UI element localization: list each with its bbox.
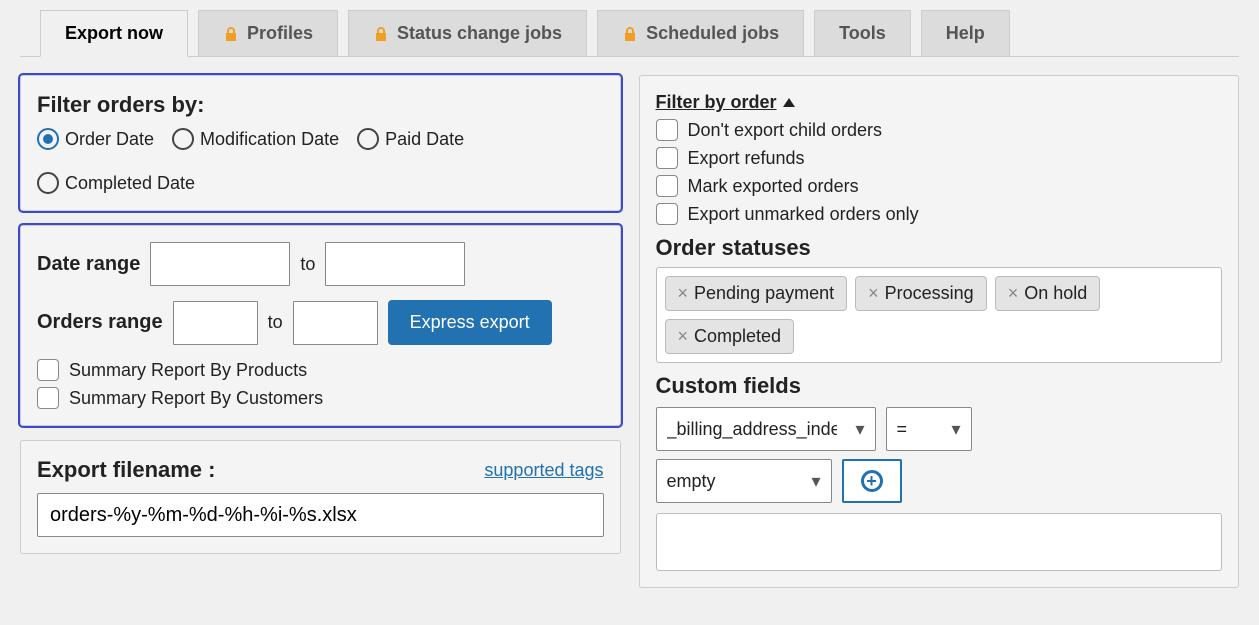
radio-label: Order Date (65, 129, 154, 150)
tab-status-change-jobs[interactable]: Status change jobs (348, 10, 587, 56)
radio-completed-date[interactable]: Completed Date (37, 172, 195, 194)
checkbox-summary-products[interactable] (37, 359, 59, 381)
order-statuses-label: Order statuses (656, 235, 1223, 261)
radio-label: Paid Date (385, 129, 464, 150)
orders-range-from[interactable] (173, 301, 258, 345)
tab-export-now[interactable]: Export now (40, 10, 188, 57)
checkbox-label: Don't export child orders (688, 120, 883, 141)
range-panel: Date range to Orders range to Express ex… (20, 225, 621, 426)
checkbox-unmarked-only[interactable] (656, 203, 678, 225)
to-text: to (300, 254, 315, 275)
date-range-from[interactable] (150, 242, 290, 286)
tab-tools[interactable]: Tools (814, 10, 911, 56)
lock-icon (622, 26, 638, 42)
status-tag: × Processing (855, 276, 987, 311)
tab-profiles[interactable]: Profiles (198, 10, 338, 56)
radio-order-date[interactable]: Order Date (37, 128, 154, 150)
status-tag: ×On hold (995, 276, 1101, 311)
filter-by-order-panel: Filter by order Don't export child order… (639, 75, 1240, 588)
tag-label: Completed (694, 326, 781, 347)
custom-field-value-select[interactable]: empty ▾ (656, 459, 832, 503)
checkbox-mark-exported[interactable] (656, 175, 678, 197)
checkbox-no-child-orders[interactable] (656, 119, 678, 141)
custom-fields-label: Custom fields (656, 373, 1223, 399)
radio-label: Modification Date (200, 129, 339, 150)
status-tag: ×Completed (665, 319, 795, 354)
tag-label: On hold (1024, 283, 1087, 304)
checkbox-label: Export unmarked orders only (688, 204, 919, 225)
radio-paid-date[interactable]: Paid Date (357, 128, 464, 150)
tab-label: Scheduled jobs (646, 23, 779, 44)
remove-tag-icon[interactable]: × (678, 283, 689, 304)
supported-tags-link[interactable]: supported tags (484, 460, 603, 481)
tab-label: Tools (839, 23, 886, 44)
status-tag: ×Pending payment (665, 276, 848, 311)
tag-label: Processing (885, 283, 974, 304)
chevron-down-icon: ▾ (811, 471, 820, 492)
checkbox-export-refunds[interactable] (656, 147, 678, 169)
filename-input[interactable] (37, 493, 604, 537)
chevron-down-icon: ▾ (855, 419, 864, 440)
filter-orders-panel: Filter orders by: Order Date Modificatio… (20, 75, 621, 211)
button-label: Express export (410, 312, 530, 332)
tab-label: Status change jobs (397, 23, 562, 44)
header-label: Filter by order (656, 92, 777, 113)
remove-tag-icon[interactable]: × (868, 283, 879, 304)
custom-field-operator-select[interactable]: = ▾ (886, 407, 972, 451)
radio-icon (37, 128, 59, 150)
select-value: = (897, 419, 908, 440)
caret-up-icon (783, 98, 795, 107)
plus-circle-icon: + (861, 470, 883, 492)
filter-by-order-header[interactable]: Filter by order (656, 92, 795, 113)
checkbox-label: Summary Report By Customers (69, 388, 323, 409)
radio-label: Completed Date (65, 173, 195, 194)
radio-icon (172, 128, 194, 150)
to-text: to (268, 312, 283, 333)
select-value: _billing_address_index (667, 419, 838, 440)
tag-label: Pending payment (694, 283, 834, 304)
remove-tag-icon[interactable]: × (678, 326, 689, 347)
custom-field-name-select[interactable]: _billing_address_index ▾ (656, 407, 876, 451)
filter-radio-group: Order Date Modification Date Paid Date C… (37, 128, 604, 194)
checkbox-label: Summary Report By Products (69, 360, 307, 381)
tab-help[interactable]: Help (921, 10, 1010, 56)
tabs-bar: Export now Profiles Status change jobs S… (20, 10, 1239, 57)
filename-panel: Export filename : supported tags (20, 440, 621, 554)
checkbox-label: Mark exported orders (688, 176, 859, 197)
date-range-label: Date range (37, 253, 140, 276)
radio-icon (357, 128, 379, 150)
tab-label: Profiles (247, 23, 313, 44)
add-custom-field-button[interactable]: + (842, 459, 902, 503)
orders-range-label: Orders range (37, 311, 163, 334)
order-statuses-box[interactable]: ×Pending payment ×Processing ×On hold ×C… (656, 267, 1223, 363)
express-export-button[interactable]: Express export (388, 300, 552, 345)
radio-icon (37, 172, 59, 194)
lock-icon (223, 26, 239, 42)
tab-scheduled-jobs[interactable]: Scheduled jobs (597, 10, 804, 56)
radio-modification-date[interactable]: Modification Date (172, 128, 339, 150)
custom-fields-list[interactable] (656, 513, 1223, 571)
orders-range-to[interactable] (293, 301, 378, 345)
tab-label: Help (946, 23, 985, 44)
checkbox-summary-customers[interactable] (37, 387, 59, 409)
select-value: empty (667, 471, 716, 492)
date-range-to[interactable] (325, 242, 465, 286)
filename-heading: Export filename : (37, 457, 215, 483)
remove-tag-icon[interactable]: × (1008, 283, 1019, 304)
filter-orders-heading: Filter orders by: (37, 92, 604, 118)
lock-icon (373, 26, 389, 42)
chevron-down-icon: ▾ (951, 419, 960, 440)
checkbox-label: Export refunds (688, 148, 805, 169)
tab-label: Export now (65, 23, 163, 44)
